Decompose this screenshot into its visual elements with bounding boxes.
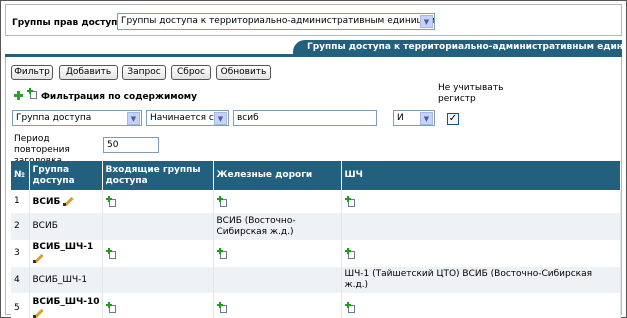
access-groups-table: № Группа доступа Входящие группы доступа… xyxy=(11,161,621,318)
group-name: ВСИБ xyxy=(32,196,61,207)
row-railways: ВСИБ (Восточно-Сибирская ж.д.) xyxy=(213,213,342,240)
row-incoming xyxy=(102,267,214,293)
group-name: ВСИБ_ШЧ-10 xyxy=(32,296,100,307)
filter-value-input[interactable]: всиб xyxy=(233,110,377,126)
row-railways xyxy=(213,240,342,267)
add-railway-icon[interactable] xyxy=(216,247,228,259)
add-button[interactable]: Добавить xyxy=(59,65,118,80)
filter-logic-select[interactable]: И ▼ xyxy=(393,110,435,126)
row-shch: ШЧ-1 (Тайшетский ЦТО) ВСИБ (Восточно-Сиб… xyxy=(341,267,621,293)
filter-logic-value: И xyxy=(397,113,404,123)
row-shch xyxy=(341,240,621,267)
row-incoming xyxy=(102,213,214,240)
add-filter-icon[interactable] xyxy=(14,91,23,100)
period-input[interactable]: 50 xyxy=(103,137,159,153)
group-selector-panel: Группы прав доступа: Группы доступа к те… xyxy=(5,4,622,36)
add-shch-icon[interactable] xyxy=(344,247,356,259)
header-shch[interactable]: ШЧ xyxy=(341,161,621,190)
row-group: ВСИБ_ШЧ-1 xyxy=(29,240,103,267)
filter-title: Фильтрация по содержимому xyxy=(41,92,198,102)
chevron-down-icon[interactable]: ▼ xyxy=(127,112,140,125)
main-content: Фильтр Добавить Запрос Сброс Обновить Фи… xyxy=(5,57,622,318)
table-row[interactable]: 1 ВСИБ xyxy=(11,190,621,213)
row-railways xyxy=(213,190,342,213)
reset-button[interactable]: Сброс xyxy=(171,65,211,80)
row-incoming xyxy=(102,190,214,213)
row-num: 3 xyxy=(11,240,30,267)
row-shch xyxy=(341,293,621,318)
group-select[interactable]: Группы доступа к территориально-админист… xyxy=(117,13,435,30)
row-railways xyxy=(213,267,342,293)
add-incoming-icon[interactable] xyxy=(105,195,117,207)
table-row[interactable]: 2 ВСИБ ВСИБ (Восточно-Сибирская ж.д.) xyxy=(11,213,621,240)
row-num: 4 xyxy=(11,267,30,293)
header-incoming[interactable]: Входящие группы доступа xyxy=(102,161,214,190)
row-incoming xyxy=(102,240,214,267)
chevron-down-icon[interactable]: ▼ xyxy=(420,15,433,28)
row-group: ВСИБ xyxy=(29,190,103,213)
header-group[interactable]: Группа доступа xyxy=(29,161,103,190)
row-group: ВСИБ xyxy=(29,213,103,240)
pencil-icon[interactable] xyxy=(32,308,44,318)
group-name: ВСИБ_ШЧ-1 xyxy=(32,242,94,252)
row-group: ВСИБ_ШЧ-10 xyxy=(29,293,103,318)
row-shch xyxy=(341,190,621,213)
table-header-row: № Группа доступа Входящие группы доступа… xyxy=(11,161,621,190)
pencil-icon[interactable] xyxy=(32,253,44,264)
add-railway-icon[interactable] xyxy=(216,195,228,207)
tab-access-groups[interactable]: Группы доступа к территориально-админист… xyxy=(293,40,622,55)
add-incoming-icon[interactable] xyxy=(105,247,117,259)
filter-field-value: Группа доступа xyxy=(16,113,92,123)
table-row[interactable]: 3 ВСИБ_ШЧ-1 xyxy=(11,240,621,267)
pencil-icon[interactable] xyxy=(63,196,74,207)
header-num[interactable]: № xyxy=(11,161,30,190)
add-incoming-icon[interactable] xyxy=(105,302,117,313)
add-railway-icon[interactable] xyxy=(216,302,228,313)
group-select-value: Группы доступа к территориально-админист… xyxy=(121,16,435,26)
add-group-filter-icon[interactable] xyxy=(27,88,38,99)
add-shch-icon[interactable] xyxy=(344,302,356,313)
group-label: Группы прав доступа: xyxy=(12,18,128,28)
row-group: ВСИБ_ШЧ-1 xyxy=(29,267,103,293)
row-incoming xyxy=(102,293,214,318)
filter-field-select[interactable]: Группа доступа ▼ xyxy=(12,110,142,126)
row-num: 1 xyxy=(11,190,30,213)
chevron-down-icon[interactable]: ▼ xyxy=(420,112,433,125)
row-num: 2 xyxy=(11,213,30,240)
refresh-button[interactable]: Обновить xyxy=(216,65,271,80)
header-railways[interactable]: Железные дороги xyxy=(213,161,342,190)
add-shch-icon[interactable] xyxy=(344,195,356,207)
filter-operator-select[interactable]: Начинается с ▼ xyxy=(146,110,229,126)
table-row[interactable]: 5 ВСИБ_ШЧ-10 xyxy=(11,293,621,318)
filter-button[interactable]: Фильтр xyxy=(11,65,53,80)
row-shch xyxy=(341,213,621,240)
query-button[interactable]: Запрос xyxy=(122,65,166,80)
table-row[interactable]: 4 ВСИБ_ШЧ-1 ШЧ-1 (Тайшетский ЦТО) ВСИБ (… xyxy=(11,267,621,293)
ignore-case-label: Не учитывать регистр xyxy=(438,83,504,104)
row-railways xyxy=(213,293,342,318)
row-num: 5 xyxy=(11,293,30,318)
filter-operator-value: Начинается с xyxy=(150,113,214,123)
ignore-case-checkbox[interactable]: ✓ xyxy=(447,113,459,125)
chevron-down-icon[interactable]: ▼ xyxy=(214,112,227,125)
